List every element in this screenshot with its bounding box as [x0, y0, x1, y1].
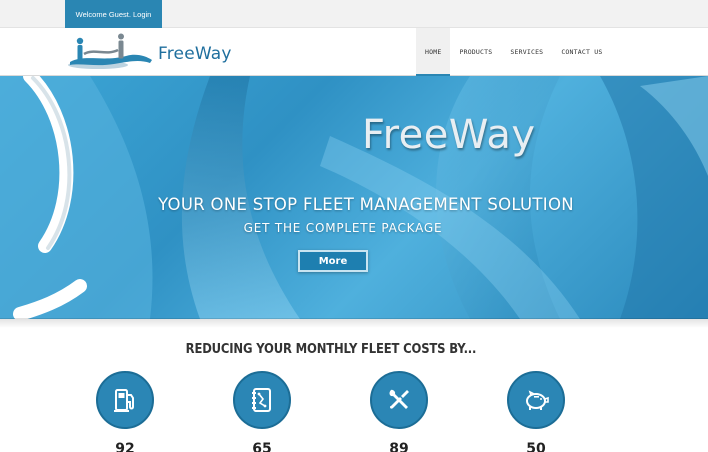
- nav-contact-us[interactable]: Contact Us: [552, 28, 611, 76]
- stat-value: 89: [389, 441, 409, 452]
- fuel-pump-icon: [114, 389, 134, 412]
- stat-value: 92: [115, 441, 135, 452]
- stat-circle[interactable]: [233, 371, 291, 429]
- stat-value: 50: [526, 441, 546, 452]
- stat-value: 65: [252, 441, 272, 452]
- login-link[interactable]: Welcome Guest. Login: [65, 0, 162, 28]
- brand-logo[interactable]: FreeWay: [66, 32, 231, 72]
- top-bar: Welcome Guest. Login: [0, 0, 708, 28]
- brand-name: FreeWay: [158, 44, 232, 64]
- hero-subheadline: GET THE COMPLETE PACKAGE: [243, 221, 443, 235]
- hero-headline: YOUR ONE STOP FLEET MANAGEMENT SOLUTION: [158, 195, 574, 214]
- freeway-logo-icon: [68, 33, 152, 69]
- stat-circle[interactable]: [370, 371, 428, 429]
- piggy-bank-icon: [526, 390, 549, 410]
- stat-item: 50: [507, 371, 567, 452]
- nav-products[interactable]: Products: [450, 28, 501, 76]
- savings-title: Reducing your monthly fleet costs by...: [185, 341, 477, 357]
- stat-item: 92: [96, 371, 156, 452]
- hero-banner: FreeWay YOUR ONE STOP FLEET MANAGEMENT S…: [0, 76, 708, 319]
- nav-services[interactable]: Services: [501, 28, 552, 76]
- hero-shadow: [0, 318, 708, 328]
- stat-item: 89: [370, 371, 430, 452]
- main-nav: Home Products Services Contact Us: [416, 28, 611, 76]
- route-notebook-icon: [252, 388, 271, 412]
- stat-item: 65: [233, 371, 293, 452]
- hero-logo-text: FreeWay: [362, 112, 536, 158]
- stat-circle[interactable]: [507, 371, 565, 429]
- more-button[interactable]: More: [298, 250, 368, 272]
- tools-icon: [389, 389, 409, 409]
- site-header: FreeWay Home Products Services Contact U…: [0, 28, 708, 76]
- nav-home[interactable]: Home: [416, 28, 451, 76]
- stat-circle[interactable]: [96, 371, 154, 429]
